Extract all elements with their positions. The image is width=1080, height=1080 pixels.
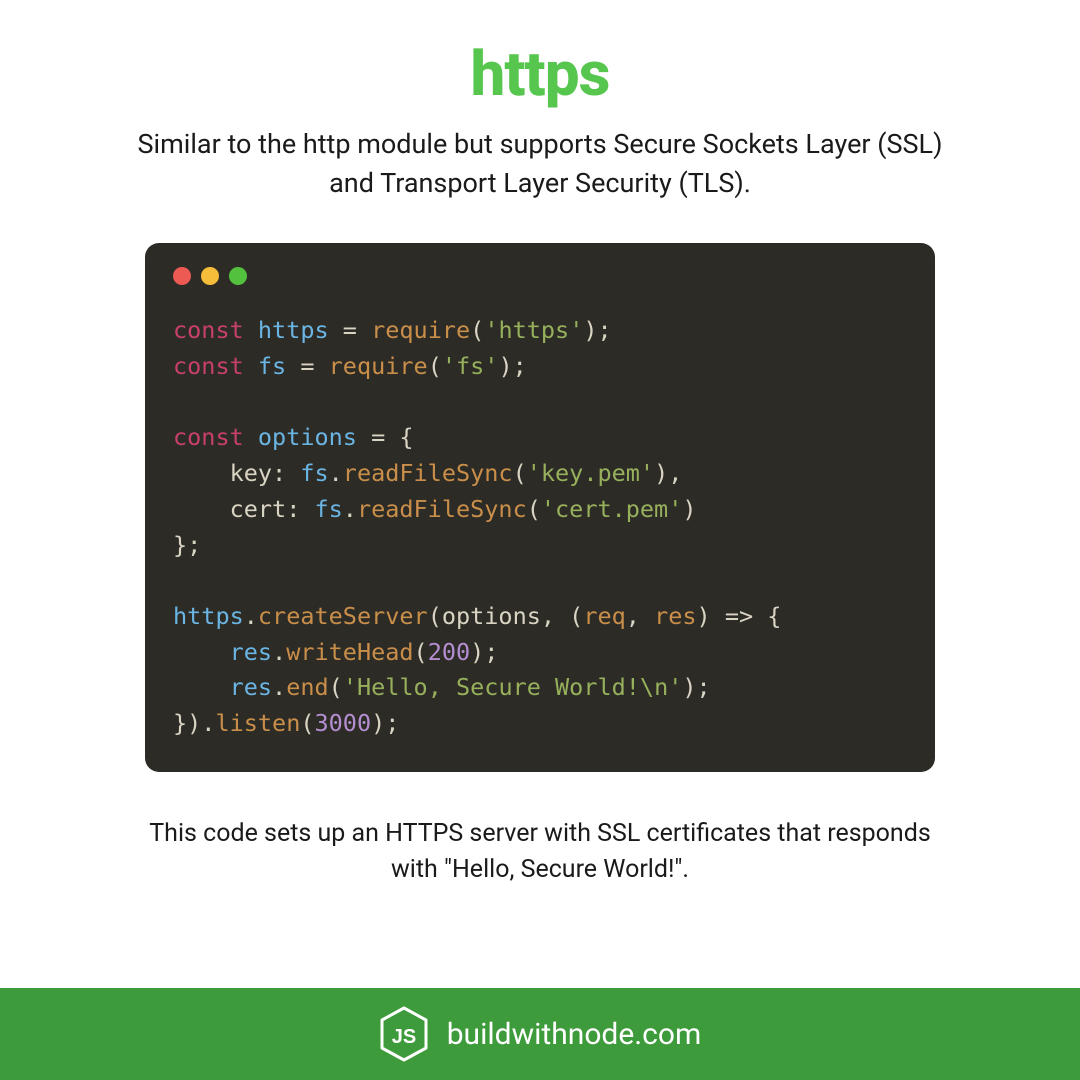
code-token: ): [682, 495, 696, 523]
code-token: 'Hello, Secure World!\n': [343, 673, 683, 701]
footer: JS buildwithnode.com: [0, 988, 1080, 1080]
code-token: (: [300, 709, 314, 737]
code-token: );: [583, 316, 611, 344]
code-token: options: [442, 602, 541, 630]
code-token: :: [272, 459, 300, 487]
code-token: res: [654, 602, 696, 630]
code-token: res: [230, 673, 272, 701]
code-token: req: [583, 602, 625, 630]
code-token: 200: [428, 638, 470, 666]
code-token: readFileSync: [357, 495, 527, 523]
code-token: https: [173, 602, 244, 630]
code-token: .: [272, 673, 286, 701]
code-token: fs: [258, 352, 286, 380]
code-token: 'fs': [442, 352, 499, 380]
code-token: 'cert.pem': [541, 495, 682, 523]
code-token: (: [470, 316, 484, 344]
code-token: 'https': [484, 316, 583, 344]
page-title: https: [471, 38, 610, 111]
window-controls: [173, 267, 907, 285]
code-token: );: [682, 673, 710, 701]
code-token: writeHead: [286, 638, 413, 666]
code-token: );: [470, 638, 498, 666]
code-token: createServer: [258, 602, 428, 630]
code-token: const: [173, 316, 244, 344]
code-token: );: [371, 709, 399, 737]
code-token: , (: [541, 602, 583, 630]
code-token: require: [371, 316, 470, 344]
code-token: =: [286, 352, 328, 380]
code-token: =: [329, 316, 371, 344]
code-token: (: [513, 459, 527, 487]
logo-text: JS: [391, 1026, 415, 1048]
main-content: https Similar to the http module but sup…: [0, 0, 1080, 988]
code-token: res: [230, 638, 272, 666]
close-icon: [173, 267, 191, 285]
code-token: (: [329, 673, 343, 701]
code-token: https: [258, 316, 329, 344]
code-token: const: [173, 352, 244, 380]
code-token: readFileSync: [343, 459, 513, 487]
footer-link: buildwithnode.com: [447, 1017, 702, 1052]
caption-text: This code sets up an HTTPS server with S…: [130, 816, 950, 889]
nodejs-icon: JS: [379, 1006, 429, 1062]
code-token: .: [329, 459, 343, 487]
code-token: [173, 459, 230, 487]
code-token: );: [498, 352, 526, 380]
code-token: .: [244, 602, 258, 630]
code-block: const https = require('https'); const fs…: [173, 313, 907, 742]
code-token: (: [428, 352, 442, 380]
code-token: :: [286, 495, 314, 523]
description-text: Similar to the http module but supports …: [130, 125, 950, 203]
code-token: [173, 673, 230, 701]
code-token: (: [527, 495, 541, 523]
code-token: }).: [173, 709, 215, 737]
code-token: const: [173, 423, 244, 451]
code-window: const https = require('https'); const fs…: [145, 243, 935, 772]
code-token: fs: [314, 495, 342, 523]
code-token: .: [343, 495, 357, 523]
code-token: 3000: [315, 709, 372, 737]
code-token: fs: [300, 459, 328, 487]
code-token: key: [230, 459, 272, 487]
code-token: ,: [626, 602, 654, 630]
minimize-icon: [201, 267, 219, 285]
code-token: options: [258, 423, 357, 451]
code-token: .: [272, 638, 286, 666]
code-token: [173, 638, 230, 666]
code-token: [173, 495, 230, 523]
code-token: };: [173, 531, 201, 559]
code-token: end: [286, 673, 328, 701]
code-token: ) => {: [697, 602, 782, 630]
code-token: listen: [215, 709, 300, 737]
code-token: cert: [230, 495, 287, 523]
code-token: (: [428, 602, 442, 630]
code-token: require: [329, 352, 428, 380]
code-token: 'key.pem': [527, 459, 654, 487]
code-token: = {: [357, 423, 414, 451]
code-token: ),: [654, 459, 682, 487]
code-token: (: [414, 638, 428, 666]
maximize-icon: [229, 267, 247, 285]
